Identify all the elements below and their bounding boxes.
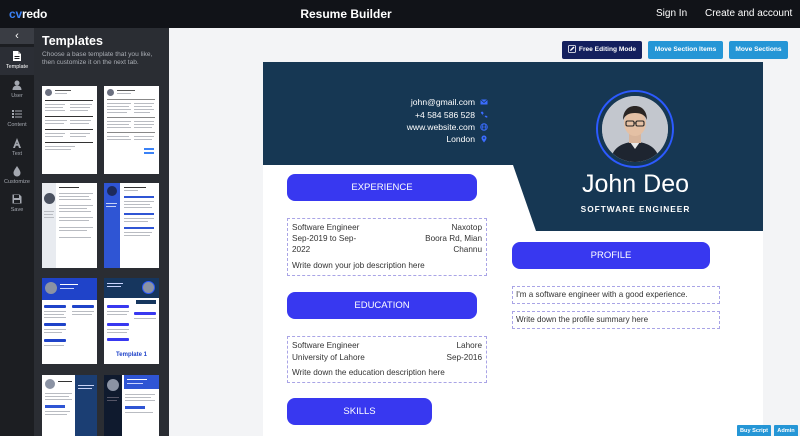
- template-thumbnail[interactable]: [42, 375, 97, 436]
- profile-summary[interactable]: I'm a software engineer with a good expe…: [512, 286, 720, 304]
- template-thumbnail[interactable]: [42, 86, 97, 174]
- resume-name[interactable]: John Deo: [563, 170, 708, 199]
- experience-description: Write down your job description here: [292, 261, 425, 270]
- text-icon: [13, 138, 21, 148]
- education-degree: Software Engineer: [292, 341, 360, 350]
- resume-preview[interactable]: john@gmail.com +4 584 586 528 www.websit…: [263, 62, 763, 436]
- education-entry[interactable]: Software Engineer Lahore University of L…: [287, 336, 487, 383]
- buy-script-button[interactable]: Buy Script: [737, 425, 771, 436]
- rail-item-template[interactable]: Template: [0, 47, 34, 75]
- template-thumbnail[interactable]: [42, 183, 97, 268]
- rail-item-content[interactable]: Content: [0, 105, 34, 133]
- move-sections-button[interactable]: Move Sections: [729, 41, 788, 59]
- resume-email[interactable]: john@gmail.com: [411, 97, 475, 107]
- education-city: Lahore: [456, 341, 483, 350]
- email-icon: [480, 99, 488, 105]
- experience-heading[interactable]: EXPERIENCE: [287, 174, 477, 201]
- skills-heading[interactable]: SKILLS: [287, 398, 432, 425]
- templates-panel: Templates Choose a base template that yo…: [34, 28, 169, 436]
- rail-item-user[interactable]: User: [0, 76, 34, 104]
- droplet-icon: [13, 166, 21, 177]
- chevron-left-icon: ‹: [15, 30, 19, 42]
- rail-item-text[interactable]: Text: [0, 134, 34, 162]
- rail-item-save[interactable]: Save: [0, 190, 34, 218]
- rail-item-label: Template: [5, 64, 29, 70]
- profile-summary-placeholder[interactable]: Write down the profile summary here: [512, 311, 720, 329]
- experience-location-line2: Channu: [453, 245, 482, 254]
- profile-photo-frame[interactable]: [596, 90, 674, 168]
- top-nav-bar: cvredo Resume Builder Sign In Create and…: [0, 0, 800, 28]
- admin-button[interactable]: Admin: [774, 425, 798, 436]
- template-thumbnail[interactable]: [104, 183, 159, 268]
- rail-item-label: Text: [11, 151, 23, 157]
- edit-icon: [568, 45, 576, 53]
- move-section-items-button[interactable]: Move Section Items: [648, 41, 723, 59]
- phone-icon: [480, 111, 488, 118]
- app-title: Resume Builder: [300, 7, 392, 21]
- user-icon: [12, 80, 22, 90]
- experience-entry[interactable]: Software Engineer Naxotop Sep-2019 to Se…: [287, 218, 487, 276]
- rail-item-customize[interactable]: Customize: [0, 162, 34, 190]
- tool-rail: ‹ Template User Content Text Customize S…: [0, 28, 34, 436]
- rail-item-label: Save: [10, 207, 24, 213]
- list-icon: [12, 110, 22, 118]
- experience-company: Naxotop: [451, 223, 483, 232]
- panel-title: Templates: [42, 34, 103, 48]
- template-thumbnail[interactable]: [104, 86, 159, 174]
- experience-location-line1: Boora Rd, Mian: [425, 234, 482, 243]
- template-caption: Template 1: [116, 352, 147, 358]
- education-school: University of Lahore: [292, 353, 365, 362]
- collapse-panel-button[interactable]: ‹: [0, 28, 34, 44]
- rail-item-label: Content: [7, 122, 27, 128]
- file-icon: [13, 51, 21, 61]
- free-editing-label: Free Editing Mode: [578, 46, 637, 53]
- profile-photo: [602, 96, 668, 162]
- education-description: Write down the education description her…: [292, 368, 445, 377]
- sign-in-link[interactable]: Sign In: [656, 8, 687, 19]
- resume-website[interactable]: www.website.com: [407, 122, 475, 132]
- experience-dates-line1: Sep-2019 to Sep-: [292, 234, 357, 243]
- profile-heading[interactable]: PROFILE: [512, 242, 710, 269]
- rail-item-label: Customize: [4, 179, 30, 185]
- template-thumbnail[interactable]: [104, 375, 159, 436]
- experience-dates-line2: 2022: [292, 245, 311, 254]
- resume-location[interactable]: London: [446, 134, 475, 144]
- create-account-link[interactable]: Create and account: [705, 8, 792, 19]
- globe-icon: [480, 123, 488, 131]
- template-thumbnail[interactable]: [42, 278, 97, 364]
- resume-role[interactable]: SOFTWARE ENGINEER: [563, 204, 708, 214]
- location-pin-icon: [481, 135, 487, 143]
- save-icon: [12, 194, 22, 204]
- template-thumbnail[interactable]: Template 1: [104, 278, 159, 364]
- panel-description: Choose a base template that you like, th…: [42, 51, 153, 66]
- education-date: Sep-2016: [446, 353, 482, 362]
- education-heading[interactable]: EDUCATION: [287, 292, 477, 319]
- resume-phone[interactable]: +4 584 586 528: [415, 110, 475, 120]
- rail-item-label: User: [11, 93, 23, 99]
- free-editing-mode-button[interactable]: Free Editing Mode: [562, 41, 642, 59]
- editor-canvas: Free Editing Mode Move Section Items Mov…: [169, 28, 800, 436]
- experience-position: Software Engineer: [292, 223, 360, 232]
